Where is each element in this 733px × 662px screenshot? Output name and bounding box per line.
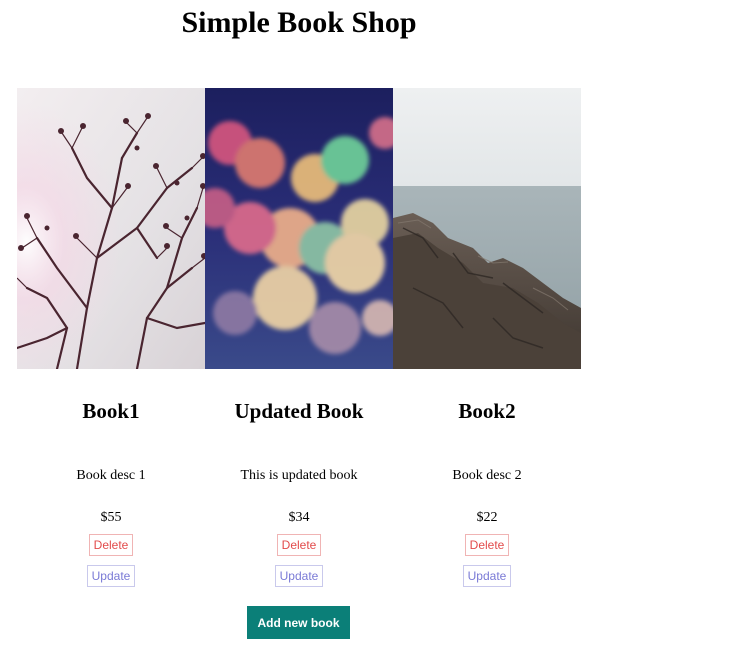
delete-button[interactable]: Delete	[88, 534, 134, 556]
update-button[interactable]: Update	[462, 565, 512, 587]
book-list: Book1 Book desc 1 $55 Delete Update Upda…	[17, 88, 581, 587]
book-title: Book1	[82, 399, 140, 423]
add-new-book-button[interactable]: Add new book	[247, 606, 350, 639]
book-card: Updated Book This is updated book $34 De…	[205, 88, 393, 587]
delete-button[interactable]: Delete	[276, 534, 322, 556]
book-title: Book2	[458, 399, 516, 423]
book-card: Book2 Book desc 2 $22 Delete Update	[393, 88, 581, 587]
update-button[interactable]: Update	[274, 565, 324, 587]
book-price: $22	[476, 510, 498, 525]
update-button[interactable]: Update	[86, 565, 136, 587]
book-price: $34	[288, 510, 310, 525]
book-cover-image	[205, 88, 393, 369]
book-cover-image	[17, 88, 205, 369]
book-description: Book desc 2	[452, 468, 522, 483]
delete-button[interactable]: Delete	[464, 534, 510, 556]
book-description: Book desc 1	[76, 468, 146, 483]
book-cover-image	[393, 88, 581, 369]
book-description: This is updated book	[240, 468, 358, 483]
book-title: Updated Book	[234, 399, 364, 423]
book-shop-app: Simple Book Shop Book1 Book desc 1 $55 D…	[0, 0, 733, 662]
book-price: $55	[100, 510, 122, 525]
book-card: Book1 Book desc 1 $55 Delete Update	[17, 88, 205, 587]
page-title: Simple Book Shop	[181, 6, 417, 39]
